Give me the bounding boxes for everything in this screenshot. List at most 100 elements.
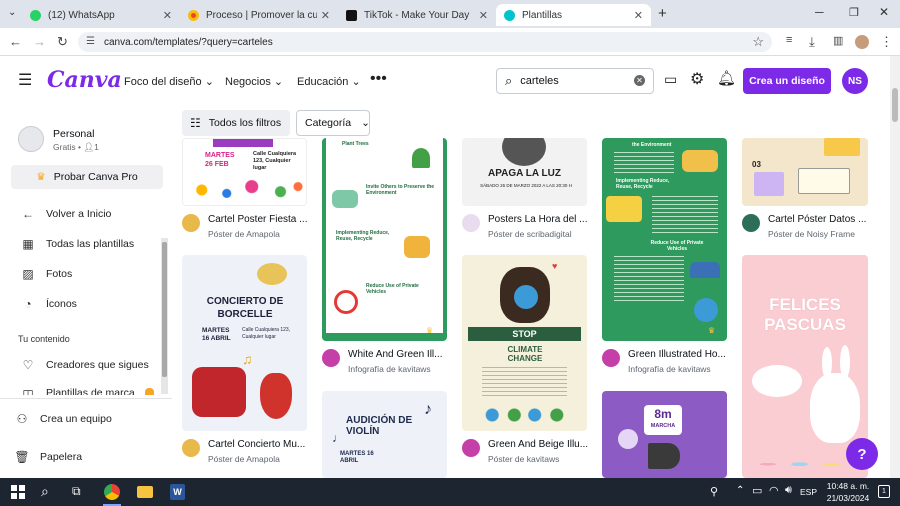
presentation-icon[interactable]: ▭	[664, 71, 677, 88]
new-tab-icon[interactable]: +	[658, 5, 667, 22]
url-field[interactable]: ☰ canva.com/templates/?query=carteles ☆	[78, 32, 772, 52]
template-card-white-green[interactable]: Plant Trees Invite Others to Preserve th…	[322, 138, 447, 341]
language-indicator[interactable]: ESP	[800, 487, 817, 497]
download-icon[interactable]: ⤓	[809, 34, 815, 50]
template-card-fiesta[interactable]: MARTES 26 FEB Calle Cualquiera 123, Cual…	[182, 138, 307, 206]
sidebar-item-creadores[interactable]: ♡ Creadores que sigues	[20, 358, 149, 372]
card-title[interactable]: Posters La Hora del ...	[488, 214, 588, 225]
sidebar-item-todas-plantillas[interactable]: ▦ Todas las plantillas	[20, 237, 134, 251]
card-title[interactable]: Green Illustrated Ho...	[628, 349, 728, 360]
clock-time[interactable]: 10:48 a. m.	[822, 481, 874, 491]
tab-plantillas[interactable]: Plantillas ✕	[496, 4, 651, 26]
close-tab-icon[interactable]: ✕	[321, 9, 330, 22]
reading-list-icon[interactable]: ≡	[786, 34, 792, 46]
all-filters-button[interactable]: ☷ Todos los filtros	[182, 110, 290, 136]
template-card-climate[interactable]: ♥ STOP CLIMATE CHANGE	[462, 255, 587, 431]
chevron-up-icon[interactable]: ⌃	[736, 485, 744, 496]
canva-logo[interactable]: Canva	[47, 67, 122, 93]
author-avatar[interactable]	[182, 439, 200, 457]
sidepanel-icon[interactable]: ▥	[833, 34, 843, 47]
clear-search-icon[interactable]: ✕	[634, 75, 645, 86]
template-card-concierto[interactable]: CONCIERTO DE BORCELLE MARTES 16 ABRIL Ca…	[182, 255, 307, 431]
card-author[interactable]: Infografía de kavitaws	[348, 364, 431, 374]
user-avatar[interactable]: NS	[842, 68, 868, 94]
forward-icon[interactable]: →	[33, 34, 46, 49]
sidebar-item-plantillas-marca[interactable]: ◫ Plantillas de marca	[20, 387, 134, 395]
menu-negocios[interactable]: Negocios ⌄	[225, 75, 283, 88]
template-card-apaga-luz[interactable]: APAGA LA LUZ SÁBADO 26 DE MARZO 2022 A L…	[462, 138, 587, 206]
author-avatar[interactable]	[462, 214, 480, 232]
notification-icon[interactable]: 1	[878, 485, 890, 498]
sidebar-item-papelera[interactable]: 🗑︎ Papelera	[14, 450, 82, 464]
help-button[interactable]: ?	[846, 438, 878, 470]
close-tab-icon[interactable]: ✕	[634, 9, 643, 22]
card-author[interactable]: Póster de Noisy Frame	[768, 229, 855, 239]
template-card-audicion[interactable]: AUDICIÓN DE VIOLÍN ♪ ♩ MARTES 16 ABRIL	[322, 391, 447, 478]
menu-educacion[interactable]: Educación ⌄	[297, 75, 361, 88]
task-view-icon[interactable]: ⧉	[72, 484, 81, 499]
clock-date[interactable]: 21/03/2024	[822, 493, 874, 503]
wifi-icon[interactable]: ◠	[769, 484, 779, 497]
template-card-datos[interactable]: 03	[742, 138, 868, 206]
card-author[interactable]: Póster de scribadigital	[488, 229, 572, 239]
network-icon[interactable]: ▭	[752, 484, 762, 497]
chevron-down-icon: ⌄	[204, 76, 214, 88]
author-avatar[interactable]	[462, 439, 480, 457]
sidebar-item-fotos[interactable]: ▨ Fotos	[20, 267, 72, 281]
sidebar-item-iconos[interactable]: ◔ Íconos	[20, 297, 77, 311]
search-box[interactable]: ⌕ carteles ✕	[496, 68, 654, 94]
sidebar-item-volver-inicio[interactable]: ← Volver a Inicio	[20, 207, 111, 221]
chrome-taskbar-icon[interactable]	[104, 484, 120, 500]
close-tab-icon[interactable]: ✕	[479, 9, 488, 22]
card-author[interactable]: Póster de Amapola	[208, 229, 280, 239]
word-icon[interactable]: W	[170, 484, 185, 500]
reload-icon[interactable]: ↻	[57, 34, 68, 50]
notifications-bell-icon[interactable]: 🔔︎	[717, 69, 736, 87]
card-title[interactable]: Green And Beige Illu...	[488, 439, 588, 450]
search-input[interactable]: carteles	[520, 75, 559, 87]
browser-menu-icon[interactable]: ⋮	[880, 34, 893, 50]
try-pro-button[interactable]: ♛ Probar Canva Pro	[11, 165, 163, 189]
settings-gear-icon[interactable]: ⚙	[690, 69, 704, 89]
file-explorer-icon[interactable]	[137, 486, 153, 498]
template-card-green-illustrated[interactable]: the Environment Implementing Reduce, Reu…	[602, 138, 727, 341]
create-design-button[interactable]: Crea un diseño	[743, 68, 831, 94]
maximize-icon[interactable]: ❐	[849, 6, 859, 19]
close-tab-icon[interactable]: ✕	[163, 9, 172, 22]
sidebar-item-crea-equipo[interactable]: ⚇ Crea un equipo	[14, 412, 112, 426]
site-info-icon[interactable]: ☰	[86, 36, 95, 47]
hamburger-menu-icon[interactable]: ☰	[18, 70, 32, 90]
tab-search-icon[interactable]: ⌄	[8, 7, 16, 18]
close-window-icon[interactable]: ✕	[879, 5, 889, 19]
card-title[interactable]: Cartel Poster Fiesta ...	[208, 214, 308, 225]
card-title[interactable]: Cartel Póster Datos ...	[768, 214, 868, 225]
tab-tiktok[interactable]: TikTok - Make Your Day ✕	[338, 4, 496, 26]
author-avatar[interactable]	[182, 214, 200, 232]
more-options-icon[interactable]: •••	[370, 70, 387, 88]
card-author[interactable]: Póster de kavitaws	[488, 454, 559, 464]
bookmark-star-icon[interactable]: ☆	[752, 34, 764, 50]
back-icon[interactable]: ←	[9, 34, 22, 49]
account-avatar[interactable]	[18, 126, 44, 152]
author-avatar[interactable]	[742, 214, 760, 232]
template-card-marcha[interactable]: 8m MARCHA	[602, 391, 727, 478]
card-author[interactable]: Infografía de kavitaws	[628, 364, 711, 374]
windows-start-icon[interactable]	[11, 485, 25, 499]
card-author[interactable]: Póster de Amapola	[208, 454, 280, 464]
card-title[interactable]: Cartel Concierto Mu...	[208, 439, 308, 450]
author-avatar[interactable]	[602, 349, 620, 367]
page-scroll-thumb[interactable]	[892, 88, 898, 122]
user-tray-icon[interactable]: ⚲	[710, 485, 718, 498]
card-title[interactable]: White And Green Ill...	[348, 349, 448, 360]
menu-foco-diseno[interactable]: Foco del diseño ⌄	[124, 75, 214, 88]
category-dropdown[interactable]: Categoría ⌄	[296, 110, 370, 136]
tab-proceso[interactable]: Proceso | Promover la cultura d ✕	[180, 4, 338, 26]
minimize-icon[interactable]: ─	[815, 5, 824, 19]
author-avatar[interactable]	[322, 349, 340, 367]
sidebar-scroll-thumb[interactable]	[162, 242, 167, 377]
account-name[interactable]: Personal	[53, 128, 94, 140]
tab-whatsapp[interactable]: (12) WhatsApp ✕	[22, 4, 180, 26]
profile-avatar-icon[interactable]	[855, 35, 869, 49]
volume-icon[interactable]: 🔊︎	[785, 484, 792, 497]
taskbar-search-icon[interactable]: ⌕	[41, 483, 49, 500]
